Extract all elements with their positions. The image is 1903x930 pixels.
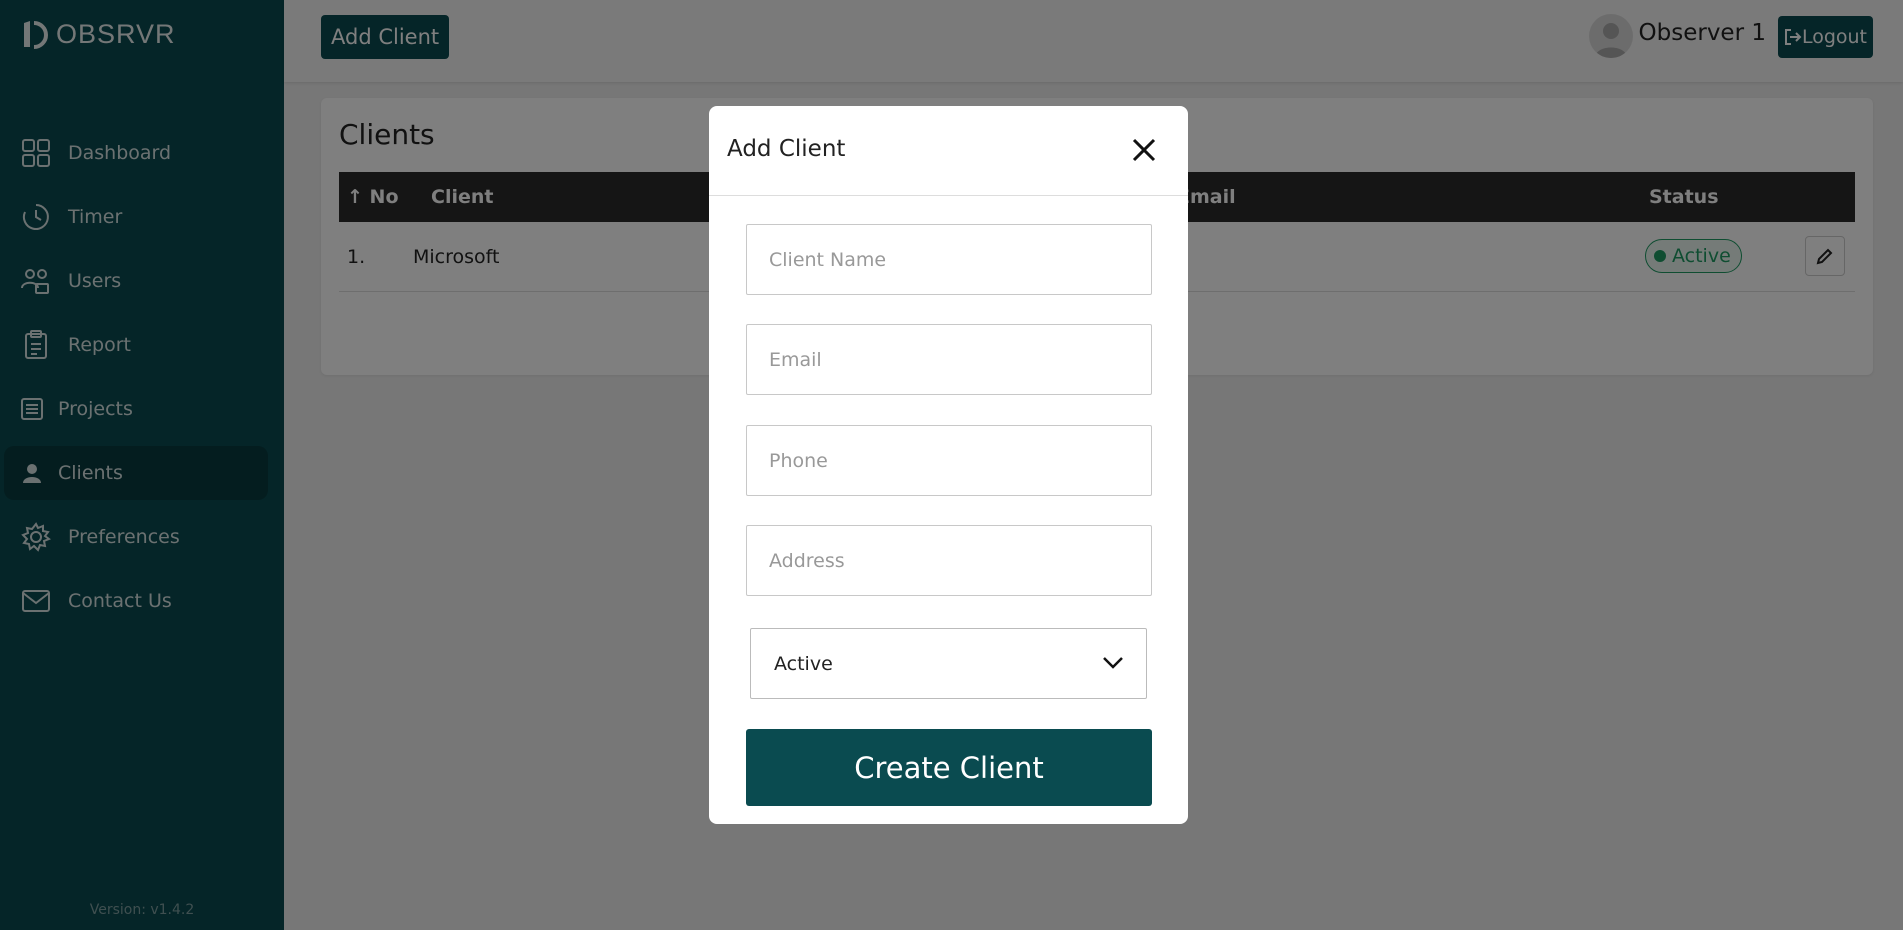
email-field[interactable]: Email	[746, 324, 1152, 395]
client-name-field[interactable]: Client Name	[746, 224, 1152, 295]
status-select-value: Active	[774, 652, 833, 675]
add-client-modal: Add Client Client Name Email Phone Addre…	[709, 106, 1188, 824]
close-icon[interactable]	[1130, 136, 1158, 164]
modal-header: Add Client	[709, 106, 1188, 196]
address-field[interactable]: Address	[746, 525, 1152, 596]
chevron-down-icon	[1103, 657, 1123, 669]
modal-title: Add Client	[727, 136, 846, 162]
create-client-button[interactable]: Create Client	[746, 729, 1152, 806]
phone-field[interactable]: Phone	[746, 425, 1152, 496]
status-select[interactable]: Active	[750, 628, 1147, 699]
